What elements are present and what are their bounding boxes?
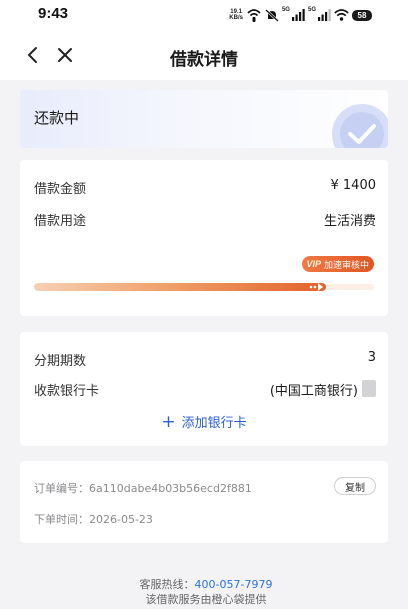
loan-amount-value: ¥ 1400 (330, 178, 377, 193)
page-title: 借款详情 (170, 50, 238, 70)
loan-info-card: 借款金额 ¥ 1400 借款用途 生活消费 VIP 加速审核中 (20, 160, 388, 316)
check-circle-icon (332, 104, 388, 148)
bank-card-label: 收款银行卡 (34, 384, 100, 399)
loan-status-card: 还款中 (20, 90, 388, 148)
progress-fill (34, 283, 327, 291)
vip-icon: VIP (306, 259, 321, 269)
masked-card-number (362, 380, 376, 397)
loan-purpose-value: 生活消费 (323, 214, 376, 229)
nav-bar: 借款详情 (0, 30, 408, 80)
bank-card-row[interactable]: 收款银行卡 (中国工商银行) (34, 380, 376, 399)
loan-purpose-row: 借款用途 生活消费 (34, 210, 376, 229)
battery-icon: 58 (352, 9, 372, 21)
review-status-text: 加速审核中 (323, 260, 369, 271)
loan-amount-label: 借款金额 (34, 182, 87, 197)
progress-arrow-icon (310, 283, 324, 291)
signal-icon (291, 9, 305, 21)
review-status-badge: VIP 加速审核中 (302, 256, 374, 272)
loan-amount-row: 借款金额 ¥ 1400 (34, 178, 376, 197)
order-time: 下单时间：2026-05-23 (34, 513, 153, 526)
loan-purpose-label: 借款用途 (34, 214, 87, 229)
signal-label-2: 5G (307, 7, 316, 13)
customer-service-hotline: 客服热线：400-057-7979 (10, 576, 402, 592)
signal-icon-2 (318, 9, 331, 21)
add-bank-card-button[interactable]: + 添加银行卡 (20, 412, 388, 431)
review-progress-bar (34, 279, 374, 295)
content-area: 还款中 借款金额 ¥ 1400 借款用途 生活消费 VIP 加速审核中 分期期数… (10, 80, 402, 609)
wifi-icon (334, 9, 349, 21)
order-number: 订单编号：6a110dabe4b03b56ecd2f881 (34, 482, 252, 495)
network-speed: 19.1 KB/s (229, 9, 243, 21)
installments-value: 3 (367, 350, 376, 365)
installments-row: 分期期数 3 (34, 350, 376, 369)
network-speed-unit: KB/s (229, 15, 243, 21)
signal-label-1: 5G (281, 7, 290, 13)
bank-card-value: (中国工商银行) (269, 384, 358, 399)
hotline-number-link[interactable]: 400-057-7979 (195, 578, 273, 591)
order-info-card: 订单编号：6a110dabe4b03b56ecd2f881 复制 下单时间：20… (20, 461, 388, 543)
mute-icon (265, 8, 279, 22)
copy-button[interactable]: 复制 (334, 477, 376, 495)
status-time: 9:43 (38, 5, 69, 22)
installments-label: 分期期数 (34, 354, 87, 369)
wifi-calling-icon (247, 8, 261, 22)
status-icons: 19.1 KB/s 5G 5G 58 (229, 7, 372, 23)
status-bar: 9:43 19.1 KB/s 5G 5G 58 (0, 0, 408, 30)
plus-icon: + (161, 411, 176, 432)
service-provider-note: 该借款服务由橙心袋提供 (145, 593, 267, 606)
hotline-label: 客服热线： (139, 578, 195, 591)
repayment-info-card: 分期期数 3 收款银行卡 (中国工商银行) + 添加银行卡 (20, 332, 388, 446)
loan-status-label: 还款中 (34, 109, 80, 127)
add-bank-card-label: 添加银行卡 (181, 416, 247, 431)
